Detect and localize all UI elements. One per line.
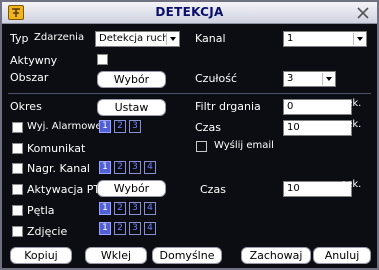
event-type-value: Detekcja ruchu [99, 33, 175, 44]
area-select-button[interactable]: Wybór [97, 71, 166, 88]
record-channel-1[interactable]: 1 [99, 161, 111, 174]
sensitivity-value: 3 [287, 73, 294, 84]
alarm-out-3[interactable]: 3 [129, 120, 141, 133]
cancel-button[interactable]: Anuluj [313, 247, 371, 264]
channel-select[interactable]: 1 [283, 31, 367, 47]
detection-dialog: DETEKCJA Typ Zdarzenia Detekcja ruchu Ka… [0, 0, 379, 270]
channel-value: 1 [287, 33, 294, 44]
record-channel-2[interactable]: 2 [114, 161, 126, 174]
filtr-unit: sek. [341, 98, 362, 109]
snapshot-2[interactable]: 2 [114, 222, 126, 235]
defaults-button[interactable]: Domyślne [152, 247, 222, 264]
alarm-out-1[interactable]: 1 [99, 120, 111, 133]
wyj-alarmowe-label: Wyj. Alarmowe [27, 121, 102, 132]
tour-4[interactable]: 4 [144, 202, 156, 215]
zdarzenia-label: Zdarzenia [34, 32, 85, 43]
save-button[interactable]: Zachowaj [241, 247, 311, 264]
aktywny-label: Aktywny [10, 54, 58, 67]
alarm-out-2[interactable]: 2 [114, 120, 126, 133]
nagr-kanal-label: Nagr. Kanal [27, 162, 90, 175]
tour-checkbox[interactable] [12, 205, 23, 216]
aktywacja-ptz-label: Aktywacja PTZ [27, 183, 108, 196]
title-bar[interactable]: DETEKCJA [2, 2, 377, 24]
email-label: Wyślij email [214, 140, 274, 151]
chevron-down-icon [322, 73, 334, 85]
close-icon[interactable] [355, 5, 371, 21]
window-title: DETEKCJA [155, 5, 224, 19]
send-email-checkbox[interactable] [196, 141, 207, 152]
czulosc-label: Czułość [195, 72, 238, 85]
message-checkbox[interactable] [12, 143, 23, 154]
tour-2[interactable]: 2 [114, 202, 126, 215]
alarm-out-checkbox[interactable] [12, 122, 23, 133]
filtr-label: Filtr drgania [195, 100, 261, 113]
snapshot-3[interactable]: 3 [129, 222, 141, 235]
chevron-down-icon [166, 33, 178, 45]
czas-unit: sek. [341, 119, 362, 130]
obszar-label: Obszar [10, 71, 49, 84]
snapshot-checkbox[interactable] [12, 226, 23, 237]
czas-label: Czas [195, 121, 221, 134]
czas2-label: Czas [200, 183, 226, 196]
snapshot-4[interactable]: 4 [144, 222, 156, 235]
event-type-select[interactable]: Detekcja ruchu [95, 31, 180, 47]
komunikat-label: Komunikat [27, 142, 86, 155]
czas2-unit: sek. [341, 179, 362, 190]
record-channel-3[interactable]: 3 [129, 161, 141, 174]
aktywny-checkbox[interactable] [97, 54, 108, 65]
kanal-label: Kanal [195, 32, 226, 45]
copy-button[interactable]: Kopiuj [10, 247, 72, 264]
snapshot-1[interactable]: 1 [99, 222, 111, 235]
record-channel-4[interactable]: 4 [144, 161, 156, 174]
paste-button[interactable]: Wklej [85, 247, 147, 264]
tour-1[interactable]: 1 [99, 202, 111, 215]
typ-label: Typ [10, 32, 29, 45]
divider [8, 93, 371, 94]
ptz-select-button[interactable]: Wybór [97, 180, 166, 197]
ptz-activation-checkbox[interactable] [12, 184, 23, 195]
record-channel-checkbox[interactable] [12, 163, 23, 174]
sensitivity-select[interactable]: 3 [283, 71, 336, 87]
petla-label: Pętla [27, 204, 55, 217]
schedule-set-button[interactable]: Ustaw [97, 99, 166, 116]
zdjecie-label: Zdjęcie [27, 225, 68, 238]
tour-3[interactable]: 3 [129, 202, 141, 215]
chevron-down-icon [353, 33, 365, 45]
okres-label: Okres [10, 100, 42, 113]
